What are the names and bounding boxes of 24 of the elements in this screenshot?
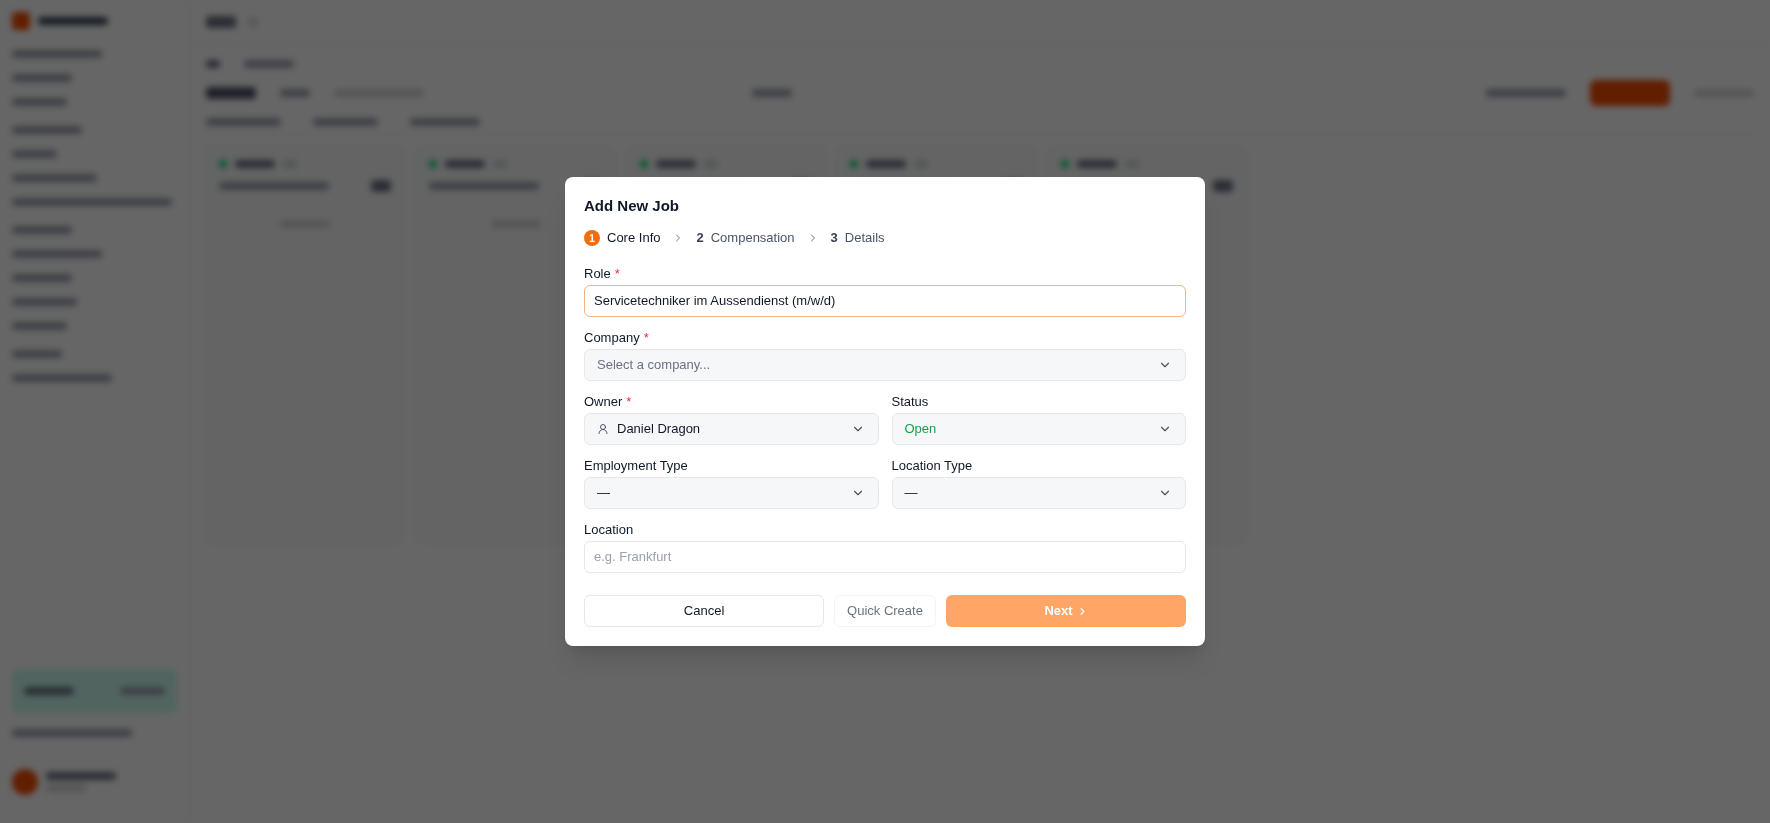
field-label: Location Type — [891, 457, 973, 476]
field-label: Location — [584, 521, 634, 540]
field-label: Company — [584, 329, 640, 348]
step-number: 3 — [830, 229, 838, 248]
dropdown-select[interactable]: — — [891, 477, 1186, 509]
required-mark: * — [614, 265, 620, 284]
field-label: Owner — [584, 393, 623, 412]
text-input[interactable]: Servicetechniker im Aussendienst (m/w/d) — [584, 285, 1186, 317]
step-number: 1 — [584, 230, 600, 246]
field-label: Status — [891, 393, 929, 412]
step-label: Details — [844, 229, 885, 248]
required-mark: * — [643, 329, 649, 348]
field-label: Employment Type — [584, 457, 688, 476]
user-icon — [597, 423, 609, 435]
step-label: Core Info — [607, 229, 661, 248]
dialog-title: Add New Job — [584, 196, 680, 216]
step-number: 2 — [696, 229, 704, 248]
dropdown-select[interactable]: Daniel Dragon — [584, 413, 879, 445]
dropdown-select[interactable]: — — [584, 477, 879, 509]
cancel-button[interactable]: Cancel — [584, 595, 825, 627]
field-label: Role — [584, 265, 611, 284]
step-label: Compensation — [710, 229, 795, 248]
dropdown-select[interactable]: Select a company... — [584, 349, 1186, 381]
required-mark: * — [626, 393, 632, 412]
